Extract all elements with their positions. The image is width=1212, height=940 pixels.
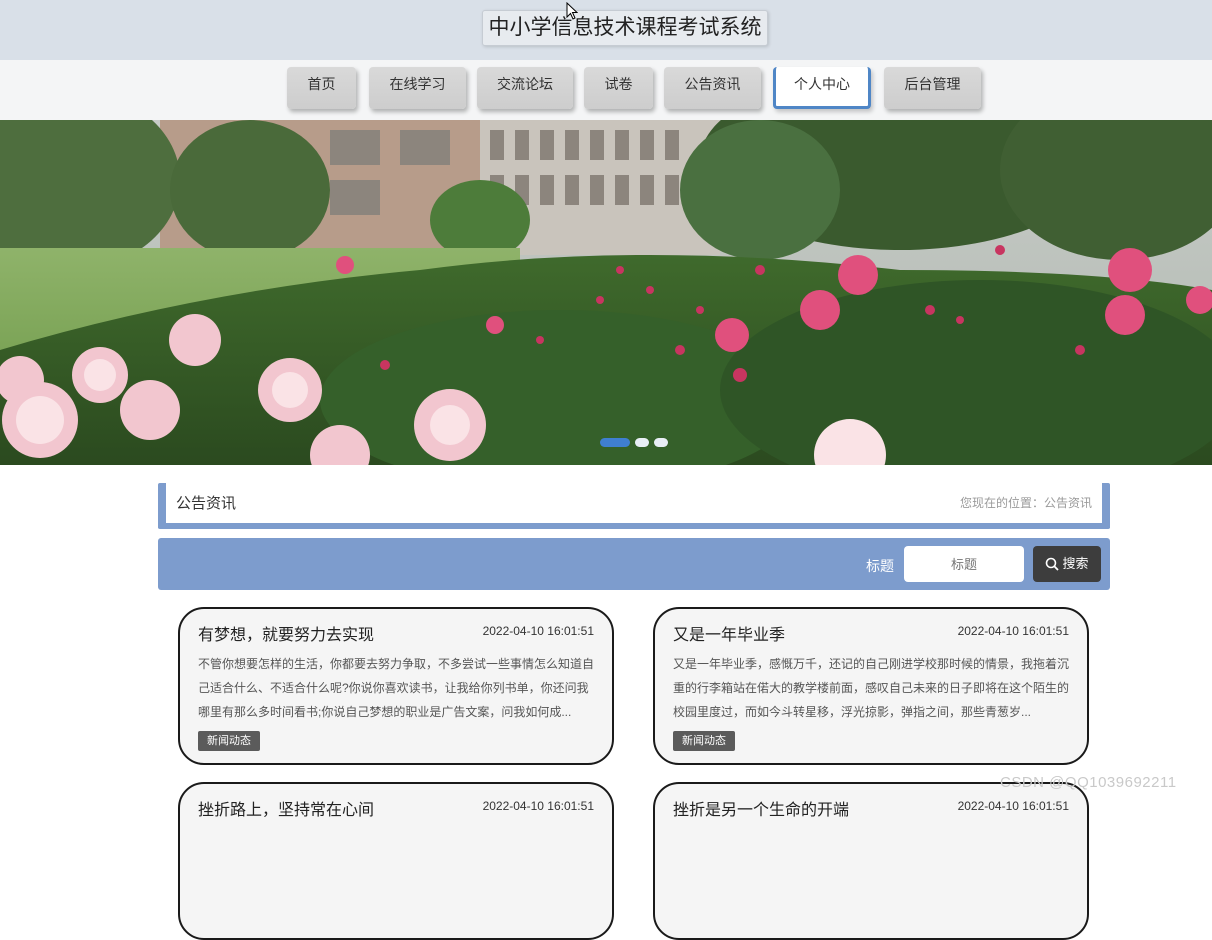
search-bar: 标题 搜索 bbox=[158, 538, 1110, 590]
card-time: 2022-04-10 16:01:51 bbox=[957, 624, 1069, 638]
breadcrumb: 您现在的位置：公告资讯 bbox=[959, 496, 1092, 510]
news-card[interactable]: 挫折是另一个生命的开端 2022-04-10 16:01:51 bbox=[653, 782, 1089, 940]
section-title: 公告资讯 bbox=[176, 495, 237, 512]
news-card[interactable]: 挫折路上，坚持常在心间 2022-04-10 16:01:51 bbox=[178, 782, 614, 940]
card-time: 2022-04-10 16:01:51 bbox=[482, 799, 594, 813]
card-excerpt: 又是一年毕业季，感慨万千，还记的自己刚进学校那时候的情景，我拖着沉重的行李箱站在… bbox=[673, 657, 1069, 719]
nav-item-admin[interactable]: 后台管理 bbox=[884, 67, 981, 109]
banner-image bbox=[0, 120, 1212, 465]
card-title: 又是一年毕业季 bbox=[673, 627, 786, 644]
nav-item-online-learning[interactable]: 在线学习 bbox=[369, 67, 466, 109]
breadcrumb-panel: 公告资讯 您现在的位置：公告资讯 bbox=[158, 483, 1110, 529]
main-nav: 首页 在线学习 交流论坛 试卷 公告资讯 个人中心 后台管理 bbox=[0, 60, 1212, 120]
site-header: 中小学信息技术课程考试系统 bbox=[0, 0, 1212, 60]
card-time: 2022-04-10 16:01:51 bbox=[957, 799, 1069, 813]
search-input[interactable] bbox=[904, 546, 1024, 582]
carousel-dot-2[interactable] bbox=[635, 438, 649, 447]
nav-item-personal-center[interactable]: 个人中心 bbox=[773, 67, 871, 109]
nav-item-exam-papers[interactable]: 试卷 bbox=[584, 67, 653, 109]
carousel-dot-3[interactable] bbox=[654, 438, 668, 447]
card-tag[interactable]: 新闻动态 bbox=[198, 731, 260, 751]
card-title: 挫折路上，坚持常在心间 bbox=[198, 802, 375, 819]
banner-carousel[interactable] bbox=[0, 120, 1212, 465]
card-time: 2022-04-10 16:01:51 bbox=[482, 624, 594, 638]
card-title: 挫折是另一个生命的开端 bbox=[673, 802, 850, 819]
card-excerpt: 不管你想要怎样的生活，你都要去努力争取，不多尝试一些事情怎么知道自己适合什么、不… bbox=[198, 657, 594, 719]
search-button-label: 搜索 bbox=[1062, 556, 1089, 571]
card-tag[interactable]: 新闻动态 bbox=[673, 731, 735, 751]
search-button[interactable]: 搜索 bbox=[1033, 546, 1101, 582]
nav-item-forum[interactable]: 交流论坛 bbox=[477, 67, 573, 109]
nav-item-announcements[interactable]: 公告资讯 bbox=[664, 67, 761, 109]
watermark: CSDN @QQ1039692211 bbox=[1000, 774, 1177, 791]
carousel-dot-1[interactable] bbox=[600, 438, 630, 447]
search-label: 标题 bbox=[866, 558, 894, 574]
site-title: 中小学信息技术课程考试系统 bbox=[482, 10, 768, 46]
card-title: 有梦想，就要努力去实现 bbox=[198, 627, 375, 644]
nav-item-home[interactable]: 首页 bbox=[287, 67, 356, 109]
news-card[interactable]: 又是一年毕业季 2022-04-10 16:01:51 又是一年毕业季，感慨万千… bbox=[653, 607, 1089, 765]
mouse-cursor-icon bbox=[566, 2, 578, 20]
news-card[interactable]: 有梦想，就要努力去实现 2022-04-10 16:01:51 不管你想要怎样的… bbox=[178, 607, 614, 765]
search-icon bbox=[1046, 557, 1060, 571]
